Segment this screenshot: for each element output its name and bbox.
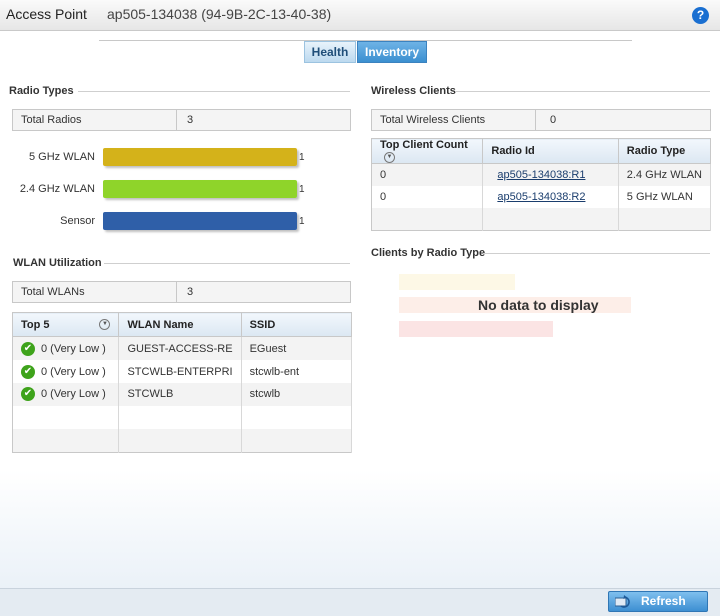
refresh-icon — [615, 595, 630, 608]
radio-types-title: Radio Types — [9, 85, 74, 97]
total-wlans-value: 3 — [187, 286, 194, 298]
tab-health[interactable]: Health — [304, 41, 356, 63]
sort-icon[interactable]: ▼ — [99, 319, 111, 331]
total-wlans-box: Total WLANs 3 — [12, 281, 351, 303]
placeholder-bar — [399, 321, 553, 337]
table-row — [12, 428, 353, 453]
tab-inventory[interactable]: Inventory — [357, 41, 427, 63]
wlan-utilization-title: WLAN Utilization — [13, 257, 102, 269]
page-header: Access Point ap505-134038 (94-9B-2C-13-4… — [0, 0, 720, 31]
check-icon: ✔ — [21, 341, 35, 356]
bar-24ghz — [103, 180, 297, 198]
total-wlans-label: Total WLANs — [21, 286, 85, 298]
empty-state-message: No data to display — [478, 297, 599, 313]
device-identifier: ap505-134038 (94-9B-2C-13-40-38) — [107, 6, 332, 22]
total-wireless-clients-value: 0 — [550, 114, 557, 126]
column-header-ssid[interactable]: SSID — [241, 312, 353, 338]
clients-by-radio-type-title: Clients by Radio Type — [371, 247, 486, 259]
bar-label-24ghz: 2.4 GHz WLAN — [19, 183, 95, 195]
page-title: Access Point — [6, 6, 87, 22]
column-header-top5[interactable]: Top 5 ▼ — [12, 312, 120, 338]
table-row[interactable]: ✔ 0 (Very Low ) GUEST-ACCESS-RE EGuest — [12, 336, 353, 361]
radio-id-link[interactable]: ap505-134038:R1 — [497, 169, 585, 181]
bar-label-5ghz: 5 GHz WLAN — [28, 151, 95, 163]
section-divider — [456, 91, 710, 92]
total-wireless-clients-box: Total Wireless Clients 0 — [371, 109, 711, 131]
total-radios-box: Total Radios 3 — [12, 109, 351, 131]
table-row — [371, 208, 712, 231]
check-icon: ✔ — [21, 387, 35, 402]
help-icon[interactable]: ? — [692, 7, 709, 24]
wireless-clients-table: Top Client Count▼ Radio Id Radio Type 0 … — [371, 138, 712, 231]
bar-label-sensor: Sensor — [60, 215, 95, 227]
table-row[interactable]: ✔ 0 (Very Low ) STCWLB stcwlb — [12, 383, 353, 406]
table-row[interactable]: 0 ap505-134038:R1 2.4 GHz WLAN — [371, 163, 712, 186]
section-divider — [78, 91, 350, 92]
placeholder-bar — [399, 274, 515, 290]
column-header-top-client-count[interactable]: Top Client Count▼ — [371, 138, 484, 164]
wlan-utilization-table: Top 5 ▼ WLAN Name SSID ✔ 0 (Very Low ) GUE… — [12, 312, 353, 453]
column-header-wlan-name[interactable]: WLAN Name — [118, 312, 242, 338]
bar-count-24ghz: 1 — [299, 184, 305, 195]
radio-id-link[interactable]: ap505-134038:R2 — [497, 191, 585, 203]
section-divider — [104, 263, 350, 264]
sort-icon[interactable]: ▼ — [384, 151, 395, 163]
section-divider — [483, 253, 710, 254]
table-row[interactable]: ✔ 0 (Very Low ) STCWLB-ENTERPRI stcwlb-en… — [12, 360, 353, 383]
wireless-clients-title: Wireless Clients — [371, 85, 456, 97]
total-wireless-clients-label: Total Wireless Clients — [380, 114, 486, 126]
refresh-label: Refresh — [641, 594, 686, 608]
column-header-radio-type[interactable]: Radio Type — [618, 138, 712, 164]
total-radios-label: Total Radios — [21, 114, 82, 126]
check-icon: ✔ — [21, 364, 35, 379]
refresh-button[interactable]: Refresh — [608, 591, 708, 612]
total-radios-value: 3 — [187, 114, 194, 126]
table-row[interactable]: 0 ap505-134038:R2 5 GHz WLAN — [371, 186, 712, 208]
bar-sensor — [103, 212, 297, 230]
bar-count-sensor: 1 — [299, 216, 305, 227]
bar-count-5ghz: 1 — [299, 152, 305, 163]
table-row — [12, 405, 353, 429]
column-header-radio-id[interactable]: Radio Id — [482, 138, 619, 164]
bar-5ghz — [103, 148, 297, 166]
